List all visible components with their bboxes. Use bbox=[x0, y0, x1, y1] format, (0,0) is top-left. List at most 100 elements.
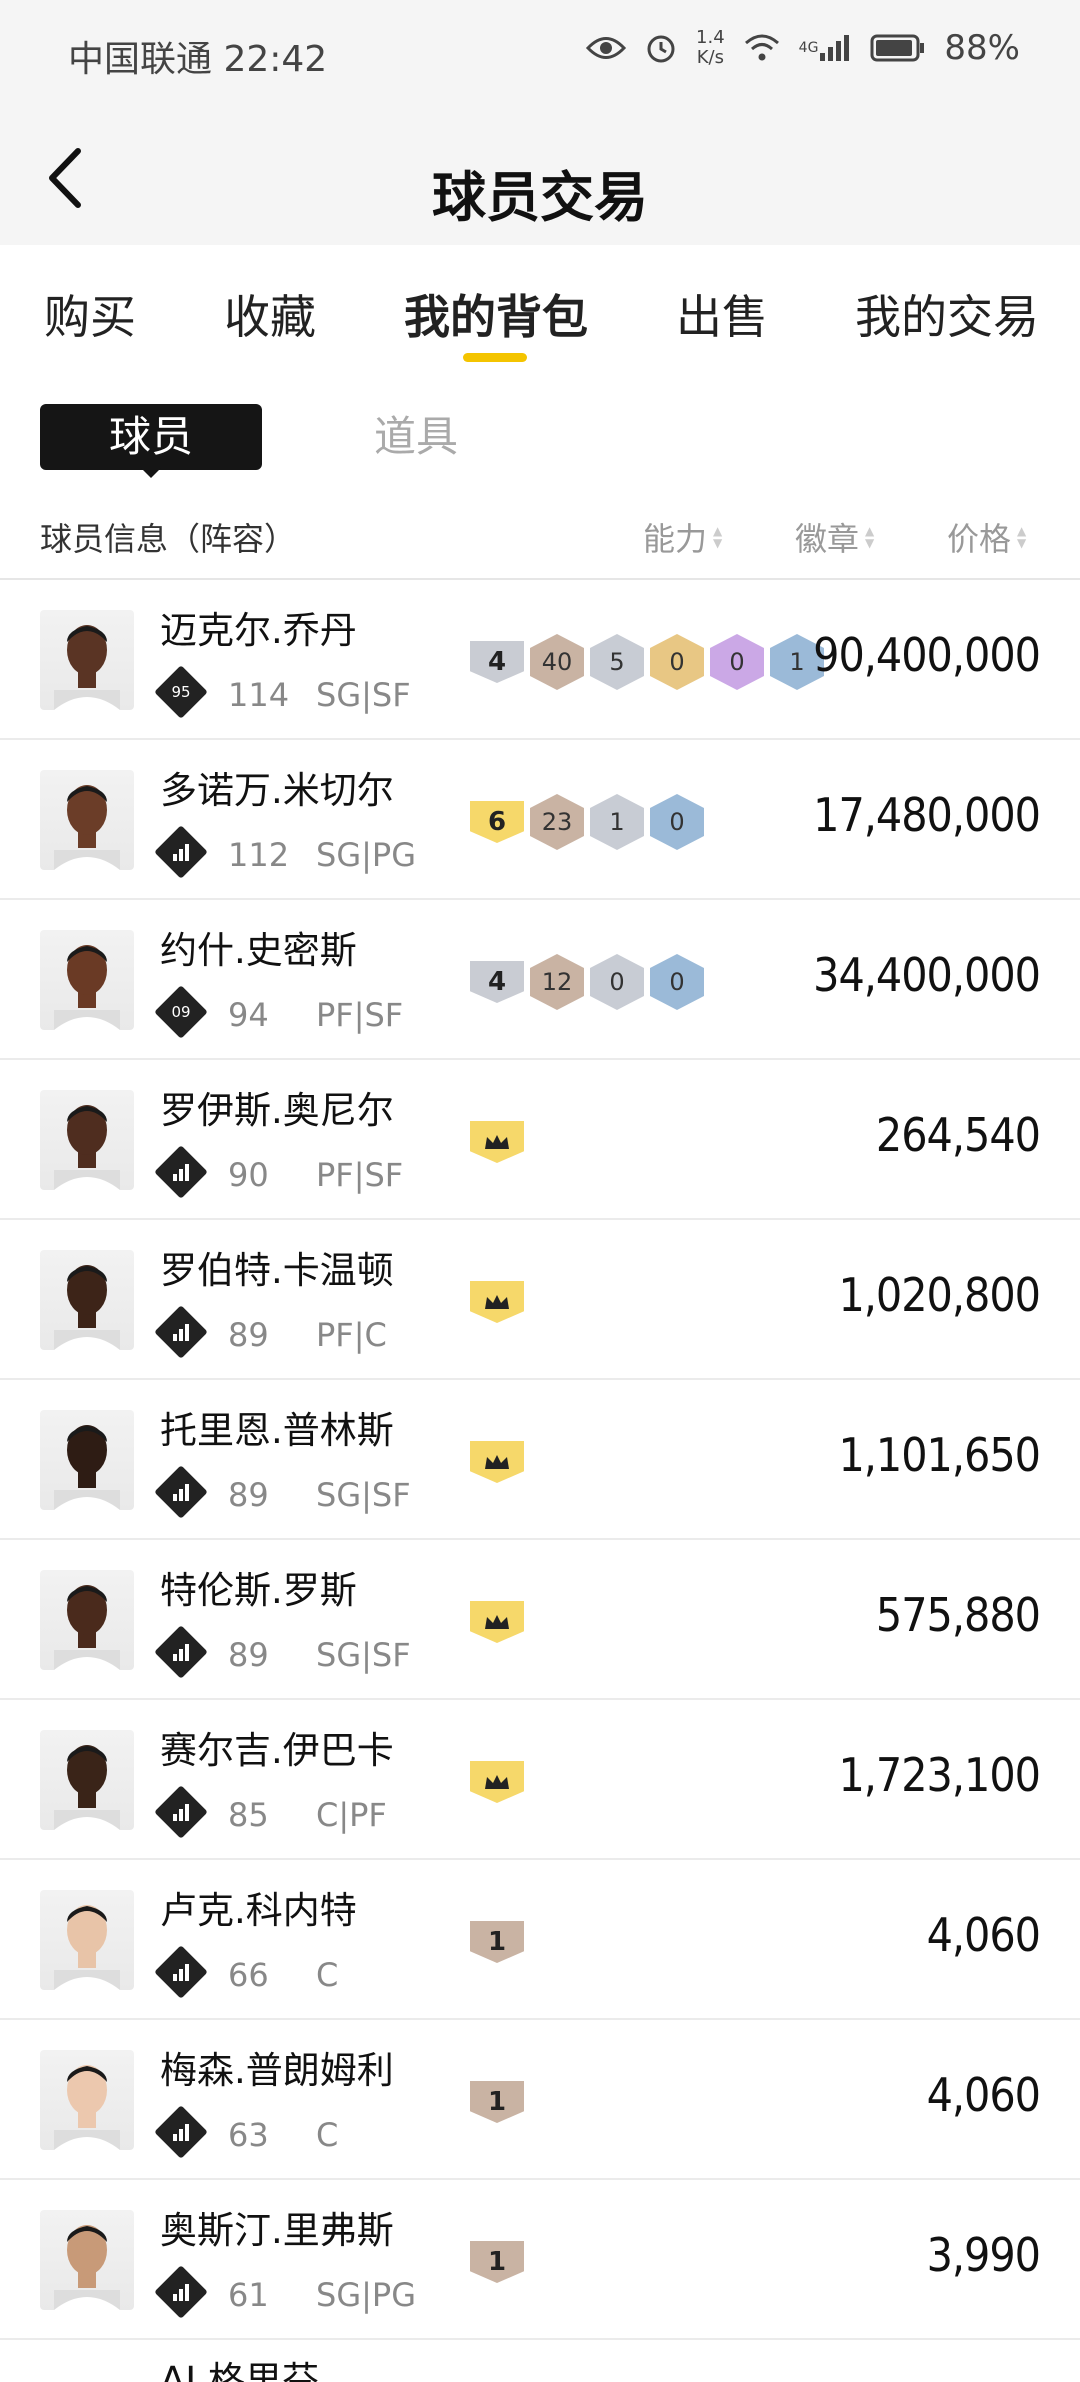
player-position: C bbox=[316, 1956, 339, 1994]
battery-percent: 88% bbox=[944, 28, 1020, 68]
player-row[interactable]: 梅森.普朗姆利 63 C 1 4,060 bbox=[0, 2020, 1080, 2180]
sort-price-label: 价格 bbox=[947, 520, 1012, 558]
player-row[interactable]: 迈克尔.乔丹 95 114 SG|SF 4 40 5 0 0 1 90,400,000 bbox=[0, 580, 1080, 740]
player-row[interactable]: 罗伯特.卡温顿 89 PF|C 1,020,800 bbox=[0, 1220, 1080, 1380]
player-row[interactable]: 赛尔吉.伊巴卡 85 C|PF 1,723,100 bbox=[0, 1700, 1080, 1860]
player-portrait-icon bbox=[54, 1585, 120, 1670]
tab-favorites[interactable]: 收藏 bbox=[224, 281, 316, 347]
crown-icon bbox=[485, 1615, 509, 1629]
player-name: 特伦斯.罗斯 bbox=[160, 1569, 357, 1612]
hex-badge: 0 bbox=[650, 794, 704, 850]
rating-badge bbox=[154, 1945, 208, 1999]
hex-badge: 0 bbox=[590, 954, 644, 1010]
subtab-players[interactable]: 球员 bbox=[40, 404, 262, 478]
subtab-items[interactable]: 道具 bbox=[374, 404, 458, 470]
avatar bbox=[40, 1090, 134, 1190]
player-row[interactable]: 奥斯汀.里弗斯 61 SG|PG 1 3,990 bbox=[0, 2180, 1080, 2340]
rating-bars-icon bbox=[173, 1484, 189, 1501]
rating-badge bbox=[154, 2265, 208, 2319]
avatar bbox=[40, 1730, 134, 1830]
rating-bars-icon bbox=[173, 1964, 189, 1981]
rating-badge bbox=[154, 1625, 208, 1679]
sort-arrows-icon: ▲ ▼ bbox=[713, 524, 723, 550]
player-name: 罗伊斯.奥尼尔 bbox=[160, 1089, 394, 1132]
network-speed: 1.4 K/s bbox=[696, 28, 725, 68]
player-price: 4,060 bbox=[926, 2068, 1041, 2122]
avatar bbox=[40, 610, 134, 710]
header: 球员交易 bbox=[0, 105, 1080, 245]
avatar bbox=[40, 1890, 134, 1990]
player-portrait-icon bbox=[54, 785, 120, 870]
rating-number: 09 bbox=[171, 1003, 191, 1021]
badge-group bbox=[470, 1594, 524, 1650]
rating-bars-icon bbox=[173, 844, 189, 861]
crown-badge bbox=[470, 1121, 524, 1163]
player-row[interactable]: 多诺万.米切尔 112 SG|PG 6 23 1 0 17,480,000 bbox=[0, 740, 1080, 900]
tab-my-trades[interactable]: 我的交易 bbox=[855, 281, 1039, 347]
player-ovr: 66 bbox=[228, 1956, 269, 1994]
active-tab-indicator bbox=[463, 353, 527, 362]
player-ovr: 61 bbox=[228, 2276, 269, 2314]
crown-icon bbox=[485, 1295, 509, 1309]
player-price: 3,990 bbox=[926, 2228, 1041, 2282]
player-position: C bbox=[316, 2116, 339, 2154]
sort-price[interactable]: 价格 ▲ ▼ bbox=[947, 514, 1026, 560]
player-ovr: 112 bbox=[228, 836, 290, 874]
rating-badge bbox=[154, 1465, 208, 1519]
player-row[interactable]: 特伦斯.罗斯 89 SG|SF 575,880 bbox=[0, 1540, 1080, 1700]
shield-badge: 4 bbox=[470, 961, 524, 1003]
crown-badge bbox=[470, 1441, 524, 1483]
battery-icon bbox=[870, 33, 926, 63]
player-price: 264,540 bbox=[875, 1108, 1041, 1162]
crown-icon bbox=[485, 1775, 509, 1789]
sort-arrows-icon: ▲ ▼ bbox=[865, 524, 875, 550]
avatar bbox=[40, 1410, 134, 1510]
hex-badge: 1 bbox=[590, 794, 644, 850]
player-position: PF|C bbox=[316, 1316, 387, 1354]
player-row-partial[interactable]: AJ.格里芬 bbox=[0, 2340, 1080, 2382]
player-name: 梅森.普朗姆利 bbox=[160, 2049, 394, 2092]
carrier-name: 中国联通 bbox=[68, 39, 213, 80]
tab-my-backpack[interactable]: 我的背包 bbox=[404, 281, 588, 347]
badge-group: 4 40 5 0 0 1 bbox=[470, 634, 824, 690]
sort-ability-label: 能力 bbox=[643, 520, 708, 558]
avatar bbox=[40, 1570, 134, 1670]
avatar bbox=[40, 930, 134, 1030]
player-row[interactable]: 托里恩.普林斯 89 SG|SF 1,101,650 bbox=[0, 1380, 1080, 1540]
badge-group: 1 bbox=[470, 1914, 524, 1970]
page-title: 球员交易 bbox=[432, 166, 648, 229]
player-row[interactable]: 卢克.科内特 66 C 1 4,060 bbox=[0, 1860, 1080, 2020]
player-portrait-icon bbox=[54, 1905, 120, 1990]
player-portrait-icon bbox=[54, 625, 120, 710]
player-ovr: 89 bbox=[228, 1476, 269, 1514]
player-portrait-icon bbox=[54, 1745, 120, 1830]
player-price: 34,400,000 bbox=[813, 948, 1041, 1002]
column-header: 球员信息（阵容） 能力 ▲ ▼ 徽章 ▲ ▼ 价格 ▲ ▼ bbox=[0, 500, 1080, 580]
badge-group bbox=[470, 1434, 524, 1490]
player-name: 赛尔吉.伊巴卡 bbox=[160, 1729, 394, 1772]
rating-badge bbox=[154, 1785, 208, 1839]
player-name: 多诺万.米切尔 bbox=[160, 769, 394, 812]
badge-group bbox=[470, 1114, 524, 1170]
rating-number: 95 bbox=[171, 683, 191, 701]
tab-sell[interactable]: 出售 bbox=[676, 281, 768, 347]
player-ovr: 94 bbox=[228, 996, 269, 1034]
rating-badge bbox=[154, 2105, 208, 2159]
sort-badge[interactable]: 徽章 ▲ ▼ bbox=[795, 514, 874, 560]
hex-badge: 0 bbox=[650, 634, 704, 690]
badge-group: 1 bbox=[470, 2074, 524, 2130]
tab-buy[interactable]: 购买 bbox=[44, 281, 136, 347]
status-carrier-time: 中国联通 22:42 bbox=[68, 30, 327, 82]
hex-badge: 5 bbox=[590, 634, 644, 690]
status-bar: 中国联通 22:42 1.4 K/s 4G 88% bbox=[0, 0, 1080, 105]
sub-tabs: 球员 道具 bbox=[0, 400, 1080, 480]
speed-value: 1.4 bbox=[696, 27, 725, 48]
player-name: 托里恩.普林斯 bbox=[160, 1409, 394, 1452]
player-row[interactable]: 约什.史密斯 09 94 PF|SF 4 12 0 0 34,400,000 bbox=[0, 900, 1080, 1060]
hex-badge: 0 bbox=[650, 954, 704, 1010]
badge-group bbox=[470, 1754, 524, 1810]
sort-ability[interactable]: 能力 ▲ ▼ bbox=[643, 514, 722, 560]
eye-icon bbox=[586, 35, 627, 61]
player-position: SG|SF bbox=[316, 676, 411, 714]
player-row[interactable]: 罗伊斯.奥尼尔 90 PF|SF 264,540 bbox=[0, 1060, 1080, 1220]
